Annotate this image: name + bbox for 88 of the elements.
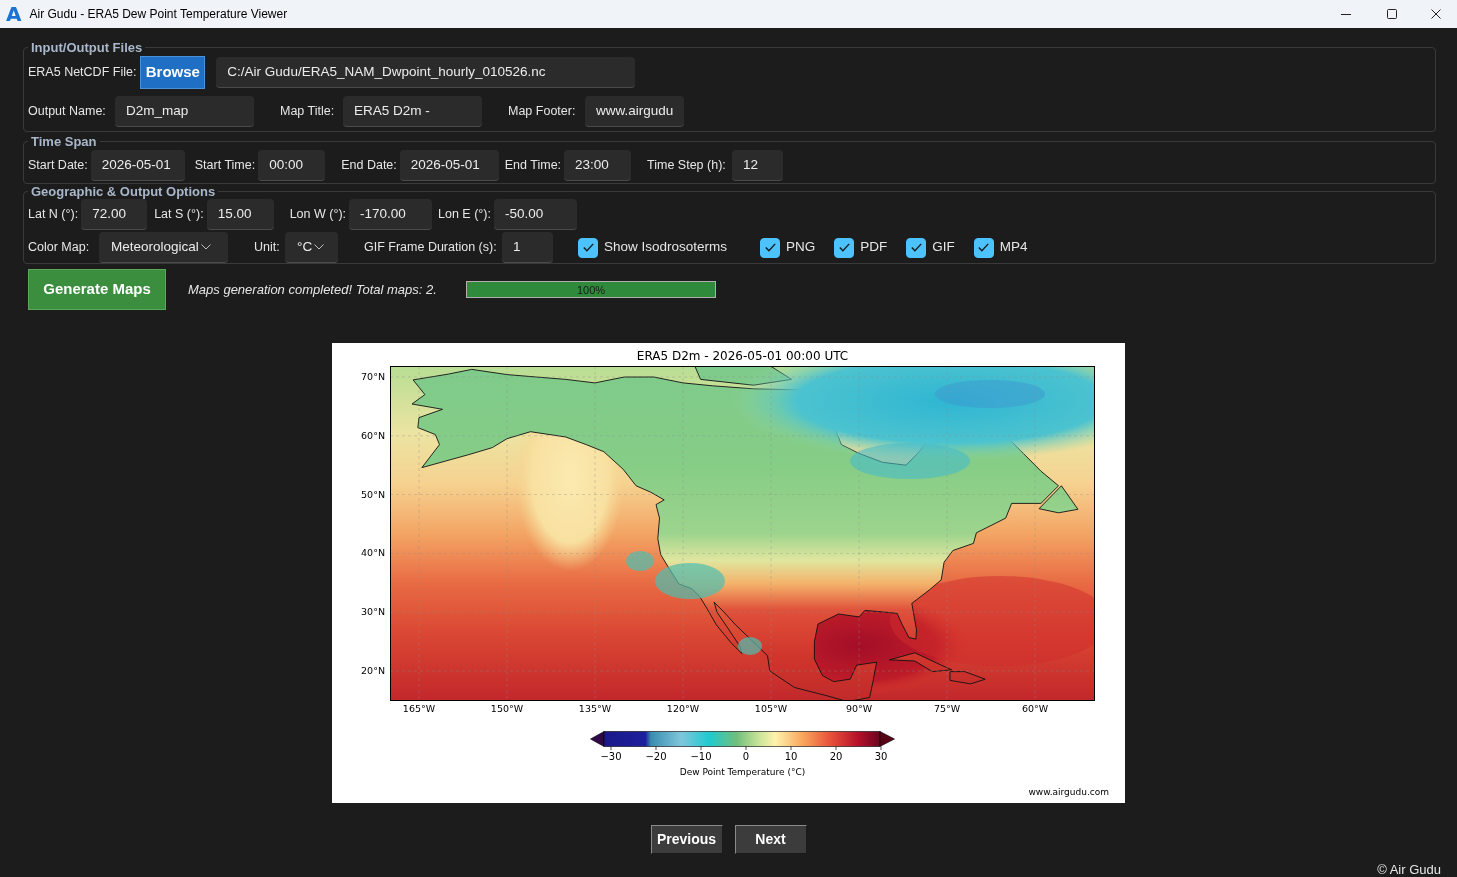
plot-title: ERA5 D2m - 2026-05-01 00:00 UTC: [636, 349, 849, 365]
text-field[interactable]: 2026-05-01: [399, 150, 499, 181]
group-title: Input/Output Files: [30, 40, 144, 55]
field-label: Time Step (h):: [647, 157, 727, 175]
checkbox-label: Show Isodrosoterms: [604, 238, 728, 257]
field-label: End Time:: [504, 157, 562, 175]
checkmark-icon: [978, 243, 990, 252]
chevron-down-icon: [200, 244, 211, 250]
field-label: ERA5 NetCDF File:: [28, 64, 137, 82]
checkmark-icon: [582, 243, 594, 252]
text-field[interactable]: 23:00: [564, 150, 632, 181]
text-field[interactable]: 00:00: [258, 150, 326, 181]
longitude-tick-label: 60°W: [1021, 703, 1049, 715]
text-field[interactable]: 2026-05-01: [90, 150, 185, 181]
colorbar-tick-label: 20: [829, 751, 843, 763]
field-label: Lon W (°):: [289, 206, 347, 224]
checkmark-icon: [764, 243, 776, 252]
longitude-tick-label: 75°W: [933, 703, 961, 715]
longitude-tick-label: 120°W: [666, 703, 700, 715]
checkbox[interactable]: [834, 237, 855, 258]
longitude-tick-label: 135°W: [578, 703, 612, 715]
status-message: Maps generation completed! Total maps: 2.: [188, 280, 437, 299]
field-label: Lat N (°):: [28, 206, 79, 224]
checkbox[interactable]: [760, 237, 781, 258]
chevron-down-icon: [314, 244, 325, 250]
text-field[interactable]: 15.00: [206, 199, 274, 230]
text-field[interactable]: www.airgudu: [585, 96, 684, 127]
field-label: End Date:: [341, 157, 397, 175]
browse-button[interactable]: Browse: [140, 56, 206, 89]
field-label: Unit:: [254, 239, 281, 257]
latitude-tick-label: 50°N: [361, 488, 385, 501]
checkmark-icon: [838, 243, 850, 252]
group-title: Time Span: [30, 134, 98, 149]
dropdown[interactable]: Meteorological: [99, 232, 228, 263]
field-label: Lon E (°):: [438, 206, 491, 224]
text-field[interactable]: 12: [732, 150, 784, 181]
checkbox[interactable]: [578, 237, 598, 258]
text-field[interactable]: -170.00: [349, 199, 433, 230]
colorbar-tick-label: 0: [742, 751, 750, 763]
checkbox-label: PNG: [786, 238, 816, 257]
longitude-tick-label: 150°W: [490, 703, 524, 715]
window-title: Air Gudu - ERA5 Dew Point Temperature Viewer: [29, 6, 288, 23]
dropdown[interactable]: °C: [285, 232, 338, 263]
field-label: Map Title:: [280, 103, 336, 121]
text-field[interactable]: 1: [502, 232, 553, 263]
checkbox[interactable]: [906, 237, 927, 258]
text-field[interactable]: D2m_map: [115, 96, 254, 127]
latitude-tick-label: 60°N: [361, 429, 385, 442]
field-label: GIF Frame Duration (s):: [364, 239, 498, 257]
field-label: Start Time:: [194, 157, 256, 175]
field-label: Lat S (°):: [154, 206, 204, 224]
colorbar-tick-label: −20: [645, 751, 667, 763]
field-label: Start Date:: [28, 157, 88, 175]
text-field[interactable]: C:/Air Gudu/ERA5_NAM_Dwpoint_hourly_010526.nc: [216, 57, 636, 88]
checkbox-label: MP4: [999, 238, 1028, 257]
longitude-tick-label: 165°W: [402, 703, 436, 715]
checkmark-icon: [910, 243, 922, 252]
longitude-tick-label: 90°W: [845, 703, 873, 715]
latitude-tick-label: 20°N: [361, 665, 385, 677]
latitude-tick-label: 30°N: [361, 606, 385, 619]
navigation-button[interactable]: Previous: [650, 825, 723, 854]
field-label: Color Map:: [28, 239, 91, 257]
checkbox-label: GIF: [932, 238, 955, 257]
field-label: Map Footer:: [508, 103, 577, 121]
minimize-icon: [1341, 13, 1351, 15]
copyright-text: © Air Gudu: [1377, 862, 1441, 877]
maximize-icon: [1387, 9, 1397, 19]
latitude-tick-label: 70°N: [361, 371, 385, 383]
longitude-tick-label: 105°W: [754, 703, 788, 715]
generate-maps-button[interactable]: Generate Maps: [28, 269, 166, 310]
field-label: Output Name:: [28, 103, 107, 121]
text-field[interactable]: -50.00: [493, 199, 577, 230]
navigation-button[interactable]: Next: [734, 825, 807, 854]
latitude-tick-label: 40°N: [361, 547, 385, 560]
checkbox-label: PDF: [860, 238, 888, 257]
colorbar-tick-label: −30: [600, 751, 622, 763]
map-footer-text: www.airgudu.com: [1028, 786, 1109, 798]
progress-text: 100%: [576, 283, 606, 296]
colorbar-tick-label: 30: [874, 751, 888, 763]
colorbar-tick-label: −10: [690, 751, 712, 763]
close-icon: [1431, 9, 1441, 19]
colorbar-tick-label: 10: [784, 751, 798, 763]
text-field[interactable]: 72.00: [81, 199, 148, 230]
colorbar-label: Dew Point Temperature (°C): [679, 766, 806, 778]
group-title: Geographic & Output Options: [30, 184, 217, 199]
app-logo: A: [6, 4, 22, 24]
checkbox[interactable]: [973, 237, 994, 258]
text-field[interactable]: ERA5 D2m -: [343, 96, 482, 127]
